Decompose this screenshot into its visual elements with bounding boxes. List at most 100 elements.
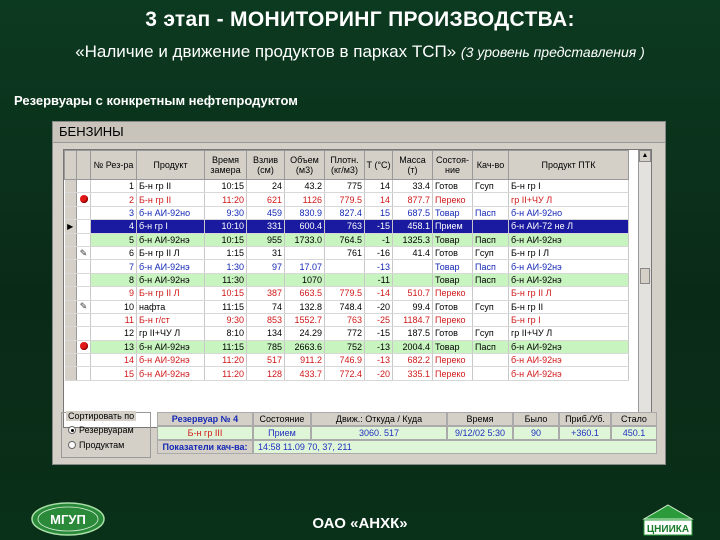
cell-density: 779.5 xyxy=(324,286,365,301)
cell-density: 775 xyxy=(324,179,365,194)
cell-t: -16 xyxy=(364,246,393,261)
table-row[interactable]: 9 Б-н гр II Л 10:15 387 663.5 779.5 -14 510.7 Пе… xyxy=(64,286,629,301)
cell-state: Товар xyxy=(432,259,473,274)
row-indicator-header xyxy=(64,150,77,180)
arrived-header: Приб./Уб. xyxy=(559,412,611,426)
cell-volume: 132.8 xyxy=(284,300,325,314)
pencil-check-icon: ✎ xyxy=(76,246,91,261)
row-indicator[interactable] xyxy=(64,340,77,355)
table-row[interactable]: 12 гр II+ЧУ Л 8:10 134 24.29 772 -15 187.5 Готов… xyxy=(64,326,629,341)
cell-level: 517 xyxy=(246,353,285,368)
grid-scrollbar[interactable]: ▲ ▼ xyxy=(638,150,651,427)
cell-density: 779.5 xyxy=(324,192,365,207)
cell-mass: 41.4 xyxy=(392,246,433,261)
table-row[interactable]: 11 Б-н г/ст 9:30 853 1552.7 763 -25 1184.7 Перек… xyxy=(64,313,629,328)
table-row[interactable]: 13 б-н АИ-92нэ 11:15 785 2663.6 752 -13 2004.4 Т… xyxy=(64,340,629,355)
cell-level: 387 xyxy=(246,286,285,301)
column-header[interactable]: Продукт xyxy=(136,150,205,180)
cell-ptk: б-н АИ-92нэ xyxy=(508,353,629,368)
column-header[interactable]: Кач-во xyxy=(472,150,509,180)
table-row[interactable]: 5 б-н АИ-92нэ 10:15 955 1733.0 764.5 -1 1325.3 Т… xyxy=(64,233,629,247)
cell-mass: 510.7 xyxy=(392,286,433,301)
cell-volume: 24.29 xyxy=(284,326,325,341)
table-row[interactable]: 1 Б-н гр II 10:15 24 43.2 775 14 33.4 Готов Гсуп Б… xyxy=(64,179,629,194)
row-indicator[interactable] xyxy=(64,206,77,221)
cell-no: 14 xyxy=(90,353,137,368)
cell-ptk: гр II+ЧУ Л xyxy=(508,192,629,207)
cell-mass: 1184.7 xyxy=(392,313,433,328)
column-header[interactable]: Т (°С) xyxy=(364,150,393,180)
scroll-thumb[interactable] xyxy=(640,268,650,284)
cell-level: 74 xyxy=(246,300,285,314)
row-indicator[interactable] xyxy=(64,353,77,368)
cell-ptk: б-н АИ-92нэ xyxy=(508,366,629,381)
row-indicator[interactable] xyxy=(64,313,77,328)
marker-cell xyxy=(76,286,91,301)
cell-volume xyxy=(284,246,325,261)
cell-product: нафта xyxy=(136,300,205,314)
table-row[interactable]: ✎ 6 Б-н гр II Л 1:15 31 761 -16 41.4 Готов Гсуп Б-… xyxy=(64,246,629,261)
sort-by-tanks-radio[interactable]: Резервуарам xyxy=(68,425,134,435)
cell-level: 331 xyxy=(246,219,285,234)
marker-cell xyxy=(76,326,91,341)
column-header[interactable]: № Рез-ра xyxy=(90,150,137,180)
row-indicator[interactable] xyxy=(64,273,77,288)
cell-quality: Пасп xyxy=(472,259,509,274)
cell-no: 5 xyxy=(90,233,137,247)
row-indicator[interactable] xyxy=(64,192,77,207)
cell-density: 761 xyxy=(324,246,365,261)
cell-quality xyxy=(472,313,509,328)
cell-volume: 600.4 xyxy=(284,219,325,234)
radio-label: Продуктам xyxy=(79,440,125,450)
table-row[interactable]: 7 б-н АИ-92нэ 1:30 97 17.07 -13 Товар Пасп б-н А… xyxy=(64,259,629,274)
table-row[interactable]: 2 Б-н гр II 11:20 621 1126 779.5 14 877.7 Переко… xyxy=(64,192,629,207)
cell-density: 827.4 xyxy=(324,206,365,221)
table-row[interactable]: 15 б-н АИ-92нэ 11:20 128 433.7 772.4 -20 335.1 П… xyxy=(64,366,629,381)
cell-no: 1 xyxy=(90,179,137,194)
detail-was: 90 xyxy=(513,426,559,440)
cell-density xyxy=(324,273,365,288)
cell-t: -1 xyxy=(364,233,393,247)
marker-cell xyxy=(76,259,91,274)
column-header[interactable]: Объем (м3) xyxy=(284,150,325,180)
row-indicator[interactable] xyxy=(64,259,77,274)
tank-grid[interactable]: № Рез-ра Продукт Время замера Взлив (см)… xyxy=(63,149,652,428)
table-row[interactable]: 14 б-н АИ-92нэ 11:20 517 911.2 746.9 -13 682.2 П… xyxy=(64,353,629,368)
column-header[interactable]: Состоя-ние xyxy=(432,150,473,180)
column-header[interactable]: Взлив (см) xyxy=(246,150,285,180)
cell-product: б-н АИ-92нэ xyxy=(136,259,205,274)
table-row[interactable]: ▶ 4 б-н гр I 10:10 331 600.4 763 -15 458.1 Прием б… xyxy=(64,219,629,234)
cniika-logo: ЦНИИКА xyxy=(642,504,694,536)
sort-caption: Сортировать по xyxy=(66,411,137,421)
table-row[interactable]: ✎ 10 нафта 11:15 74 132.8 748.4 -20 99.4 Готов Гсу… xyxy=(64,300,629,314)
current-row-arrow-icon[interactable]: ▶ xyxy=(64,219,77,234)
row-indicator[interactable] xyxy=(64,286,77,301)
row-indicator[interactable] xyxy=(64,300,77,314)
cell-no: 4 xyxy=(90,219,137,234)
cell-mass: 458.1 xyxy=(392,219,433,234)
cell-level: 24 xyxy=(246,179,285,194)
table-row[interactable]: 3 б-н АИ-92но 9:30 459 830.9 827.4 15 687.5 Това… xyxy=(64,206,629,221)
column-header[interactable]: Продукт ПТК xyxy=(508,150,629,180)
column-header[interactable]: Масса (т) xyxy=(392,150,433,180)
column-header[interactable]: Время замера xyxy=(204,150,247,180)
row-indicator[interactable] xyxy=(64,233,77,247)
column-header[interactable]: Плотн. (кг/м3) xyxy=(324,150,365,180)
cell-volume: 1733.0 xyxy=(284,233,325,247)
cell-t: -11 xyxy=(364,273,393,288)
row-indicator[interactable] xyxy=(64,366,77,381)
cell-t: 14 xyxy=(364,192,393,207)
scroll-up-icon[interactable]: ▲ xyxy=(639,150,651,162)
table-row[interactable]: 8 б-н АИ-92нэ 11:30 1070 -11 Товар Пасп б-н АИ-… xyxy=(64,273,629,288)
cell-quality xyxy=(472,219,509,234)
cell-product: б-н АИ-92нэ xyxy=(136,353,205,368)
row-indicator[interactable] xyxy=(64,246,77,261)
sort-by-products-radio[interactable]: Продуктам xyxy=(68,440,124,450)
radio-label: Резервуарам xyxy=(79,425,134,435)
row-indicator[interactable] xyxy=(64,326,77,341)
row-indicator[interactable] xyxy=(64,179,77,194)
cell-no: 2 xyxy=(90,192,137,207)
cell-ptk: Б-н гр I xyxy=(508,179,629,194)
cell-time: 11:30 xyxy=(204,273,247,288)
cell-product: Б-н гр II Л xyxy=(136,286,205,301)
